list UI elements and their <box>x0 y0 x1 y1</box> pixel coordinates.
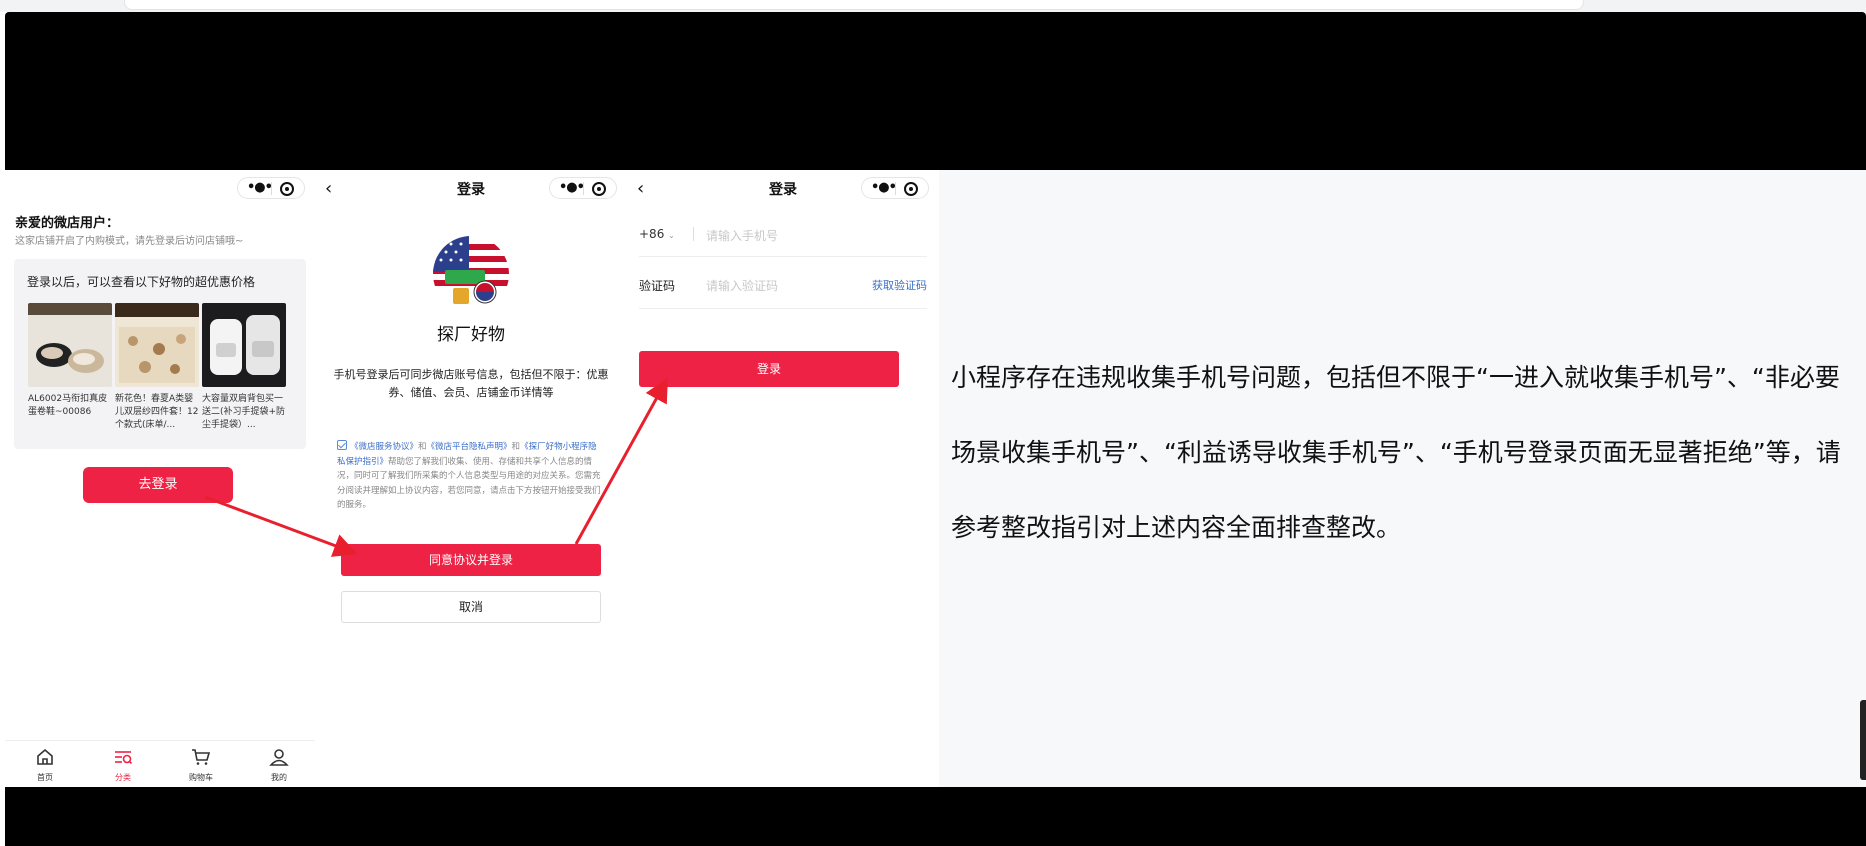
tab-cart[interactable]: 购物车 <box>181 747 221 783</box>
miniapp-capsule[interactable]: •●• <box>861 177 929 199</box>
edge-widget <box>1860 700 1866 780</box>
link-privacy-statement[interactable]: 《微店平台隐私声明》 <box>427 442 512 452</box>
code-label: 验证码 <box>639 279 676 293</box>
chevron-down-icon: ⌄ <box>668 231 675 240</box>
shop-name: 探厂好物 <box>437 325 505 345</box>
tab-category[interactable]: 分类 <box>103 747 143 783</box>
greeting-title: 亲爱的微店用户： <box>15 216 120 231</box>
more-icon[interactable]: •●• <box>871 180 897 195</box>
letterbox-bottom <box>5 787 1866 846</box>
more-icon[interactable]: •●• <box>247 180 273 195</box>
product-image <box>202 303 286 387</box>
product-name: 大容量双肩背包买一送二(补习手提袋+防尘手提袋）... <box>202 394 286 430</box>
phone-screen-agreement: ‹ 登录 •●• 探厂好物 手机号登录后可同步微店账号信息，包括但不限于：优惠券… <box>315 170 627 787</box>
category-icon <box>115 751 133 765</box>
tab-label: 购物车 <box>189 773 213 782</box>
phone-input[interactable]: 请输入手机号 <box>706 227 778 244</box>
miniapp-capsule[interactable]: •●• <box>237 177 305 199</box>
close-target-icon[interactable] <box>592 182 606 196</box>
tab-bar: 首页 分类 购物车 我的 <box>5 740 315 787</box>
miniapp-capsule[interactable]: •●• <box>549 177 617 199</box>
product-item[interactable]: 大容量双肩背包买一送二(补习手提袋+防尘手提袋）... <box>202 303 286 432</box>
tab-label: 首页 <box>37 773 53 782</box>
code-row: 验证码 请输入验证码 获取验证码 <box>639 257 927 309</box>
code-input[interactable]: 请输入验证码 <box>706 277 778 294</box>
address-bar-edge <box>124 0 1584 10</box>
more-icon[interactable]: •●• <box>559 180 585 195</box>
phone-screen-home: •●• 亲爱的微店用户： 这家店铺开启了内购模式，请先登录后访问店铺哦~ 登录以… <box>5 170 315 787</box>
tab-label: 我的 <box>271 773 287 782</box>
link-service-agreement[interactable]: 《微店服务协议》 <box>350 442 418 452</box>
description-text: 小程序存在违规收集手机号问题，包括但不限于“一进入就收集手机号”、“非必要场景收… <box>951 363 1841 542</box>
agreement-text: 《微店服务协议》和《微店平台隐私声明》和《探厂好物小程序隐私保护指引》帮助您了解… <box>337 440 601 510</box>
phone-row: +86 ⌄ 请输入手机号 <box>639 205 927 257</box>
home-icon <box>37 748 53 765</box>
agree-and-login-button[interactable]: 同意协议并登录 <box>341 544 601 576</box>
card-title: 登录以后，可以查看以下好物的超优惠价格 <box>27 275 256 289</box>
product-image <box>28 303 112 387</box>
product-item[interactable]: AL6002马衔扣真皮蛋卷鞋~00086 <box>28 303 112 419</box>
login-info-text: 手机号登录后可同步微店账号信息，包括但不限于：优惠券、储值、会员、店铺金币详情等 <box>333 368 609 399</box>
product-image <box>115 303 199 387</box>
product-name: AL6002马衔扣真皮蛋卷鞋~00086 <box>28 394 108 417</box>
close-target-icon[interactable] <box>280 182 294 196</box>
login-button[interactable]: 登录 <box>639 351 899 387</box>
tab-home[interactable]: 首页 <box>25 747 65 783</box>
profile-icon <box>269 749 289 766</box>
browser-top-strip <box>0 0 1866 12</box>
country-code-select[interactable]: +86 ⌄ <box>639 227 675 241</box>
agreement-checkbox[interactable] <box>337 440 347 450</box>
tab-profile[interactable]: 我的 <box>259 747 299 783</box>
content-area: •●• 亲爱的微店用户： 这家店铺开启了内购模式，请先登录后访问店铺哦~ 登录以… <box>5 170 1866 787</box>
cancel-button[interactable]: 取消 <box>341 591 601 623</box>
product-name: 新花色！春夏A类婴儿双层纱四件套！12个款式(床单/... <box>115 394 199 430</box>
description-panel: 小程序存在违规收集手机号问题，包括但不限于“一进入就收集手机号”、“非必要场景收… <box>939 170 1866 787</box>
close-target-icon[interactable] <box>904 182 918 196</box>
tab-label: 分类 <box>115 773 131 782</box>
product-card: 登录以后，可以查看以下好物的超优惠价格 AL6002马衔扣真皮蛋卷鞋~00086 <box>14 259 306 449</box>
product-item[interactable]: 新花色！春夏A类婴儿双层纱四件套！12个款式(床单/... <box>115 303 199 432</box>
letterbox-top <box>5 12 1866 170</box>
go-login-button[interactable]: 去登录 <box>83 467 233 503</box>
get-code-link[interactable]: 获取验证码 <box>872 277 927 293</box>
notice-text: 这家店铺开启了内购模式，请先登录后访问店铺哦~ <box>15 236 244 247</box>
cart-icon <box>192 749 211 765</box>
shop-logo <box>433 236 509 312</box>
screenshot-stage: •●• 亲爱的微店用户： 这家店铺开启了内购模式，请先登录后访问店铺哦~ 登录以… <box>0 0 1866 846</box>
phone-screen-phone-login: ‹ 登录 •●• +86 ⌄ 请输入手机号 验证码 请输入验证码 获取验证码 登… <box>627 170 939 787</box>
